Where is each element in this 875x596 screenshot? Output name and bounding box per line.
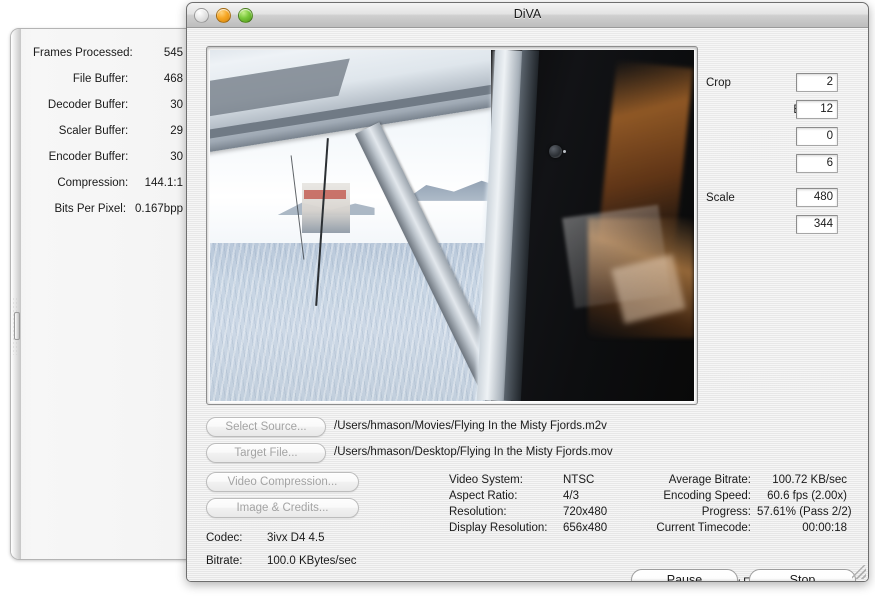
- pause-button[interactable]: Pause: [631, 569, 738, 581]
- aspect-ratio-value: 4/3: [563, 490, 579, 502]
- progress-value: 57.61% (Pass 2/2): [757, 506, 852, 518]
- stat-label: Encoder Buffer:: [48, 151, 129, 163]
- stat-row: Compression: 144.1:1: [33, 177, 183, 203]
- video-preview-image: [210, 50, 694, 401]
- video-compression-button[interactable]: Video Compression...: [206, 472, 359, 492]
- stat-row: File Buffer: 468: [33, 73, 183, 99]
- average-bitrate-label: Average Bitrate:: [668, 474, 751, 486]
- display-resolution-label: Display Resolution:: [449, 522, 548, 534]
- stat-value: 545: [163, 47, 183, 59]
- current-timecode-value: 00:00:18: [802, 522, 847, 534]
- current-timecode-label: Current Timecode:: [656, 522, 751, 534]
- target-file-button[interactable]: Target File...: [206, 443, 326, 463]
- progress-label: Progress:: [701, 506, 751, 518]
- video-system-value: NTSC: [563, 474, 595, 486]
- stop-button[interactable]: Stop: [749, 569, 856, 581]
- crop-top-input[interactable]: 2: [796, 73, 838, 92]
- encoding-speed-value: 60.6 fps (2.00x): [767, 490, 847, 502]
- stat-row: Bits Per Pixel: 0.167bpp: [33, 203, 183, 229]
- window-resize-grip[interactable]: [852, 565, 866, 579]
- target-path-text: /Users/hmason/Desktop/Flying In the Mist…: [334, 446, 613, 458]
- crop-section-label: Crop: [706, 77, 731, 89]
- resolution-value: 720x480: [563, 506, 608, 518]
- stats-list: Frames Processed: 545 File Buffer: 468 D…: [33, 47, 183, 229]
- encoding-speed-label: Encoding Speed:: [663, 490, 751, 502]
- stat-label: Decoder Buffer:: [47, 99, 129, 111]
- crop-left-input[interactable]: 0: [796, 127, 838, 146]
- preview-window-glare: [562, 205, 671, 309]
- stats-drawer: Frames Processed: 545 File Buffer: 468 D…: [10, 28, 191, 560]
- display-resolution-value: 656x480: [563, 522, 608, 534]
- stat-value: 0.167bpp: [135, 203, 183, 215]
- scale-section-label: Scale: [706, 192, 735, 204]
- codec-label: Codec:: [206, 532, 243, 544]
- crop-bottom-input[interactable]: 12: [796, 100, 838, 119]
- window-body: Crop Top: 2 Bottom: 12 Left: 0 Right: 6 …: [187, 28, 868, 581]
- stat-label: Scaler Buffer:: [58, 125, 129, 137]
- window-titlebar[interactable]: DiVA: [187, 3, 868, 28]
- stat-label: File Buffer:: [72, 73, 129, 85]
- codec-value: 3ivx D4 4.5: [267, 532, 325, 544]
- stat-value: 30: [170, 99, 183, 111]
- stat-row: Encoder Buffer: 30: [33, 151, 183, 177]
- scale-height-input[interactable]: 344: [796, 215, 838, 234]
- aspect-ratio-label: Aspect Ratio:: [449, 490, 518, 502]
- stat-row: Decoder Buffer: 30: [33, 99, 183, 125]
- preview-ship-stripe: [304, 190, 346, 200]
- scale-width-input[interactable]: 480: [796, 188, 838, 207]
- image-credits-button[interactable]: Image & Credits...: [206, 498, 359, 518]
- stat-label: Bits Per Pixel:: [54, 203, 127, 215]
- stat-value: 30: [170, 151, 183, 163]
- video-preview-frame: [206, 46, 698, 405]
- source-path-text: /Users/hmason/Movies/Flying In the Misty…: [334, 420, 607, 432]
- preview-rivet: [548, 144, 562, 158]
- resolution-label: Resolution:: [449, 506, 507, 518]
- select-source-button[interactable]: Select Source...: [206, 417, 326, 437]
- window-title: DiVA: [513, 7, 542, 21]
- stat-row: Scaler Buffer: 29: [33, 125, 183, 151]
- stat-value: 468: [163, 73, 183, 85]
- stat-label: Compression:: [57, 177, 129, 189]
- bitrate-label: Bitrate:: [206, 555, 243, 567]
- crop-right-input[interactable]: 6: [796, 154, 838, 173]
- drawer-pull-handle[interactable]: [14, 312, 20, 340]
- stat-label: Frames Processed:: [33, 47, 133, 59]
- diva-main-window: DiVA Crop 2 12 0 6 Scale 480 344 Select …: [186, 2, 869, 582]
- stat-value: 144.1:1: [144, 177, 183, 189]
- average-bitrate-value: 100.72 KB/sec: [772, 474, 847, 486]
- stat-value: 29: [170, 125, 183, 137]
- stat-row: Frames Processed: 545: [33, 47, 183, 73]
- video-system-label: Video System:: [449, 474, 523, 486]
- bitrate-value: 100.0 KBytes/sec: [267, 555, 357, 567]
